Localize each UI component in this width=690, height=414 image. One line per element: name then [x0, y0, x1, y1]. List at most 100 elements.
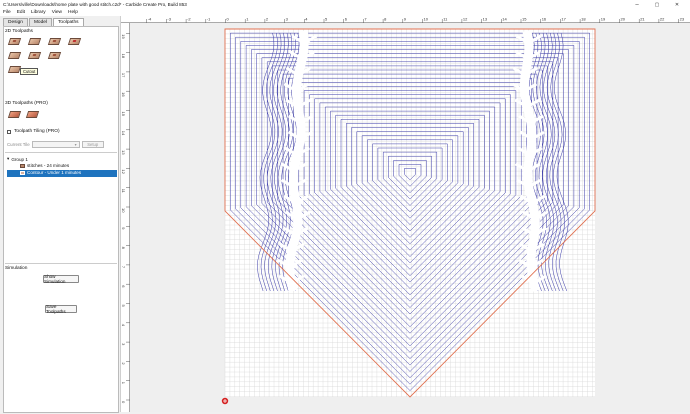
ruler-tick-label: 16 — [121, 92, 126, 97]
window-title: C:\Users\ville\Downloads\home plate with… — [3, 2, 187, 7]
ruler-tick-label: 22 — [660, 17, 665, 22]
menu-library[interactable]: Library — [31, 10, 46, 15]
maximize-button[interactable]: ▢ — [648, 0, 666, 9]
tree-item-stitches[interactable]: stitches - 24 minutes — [20, 163, 69, 168]
close-button[interactable]: ✕ — [668, 0, 686, 9]
ruler-tick-label: 18 — [581, 17, 586, 22]
ruler-tick-label: 11 — [443, 17, 448, 22]
ruler-tick-label: 19 — [601, 17, 606, 22]
current-tile-select[interactable]: ▾ — [31, 141, 80, 148]
ruler-tick-label: 12 — [121, 169, 126, 174]
menu-edit[interactable]: Edit — [17, 10, 25, 15]
ruler-tick-label: 2 — [121, 362, 126, 365]
ruler-tick-label: 10 — [424, 17, 429, 22]
texture-toolpath-button[interactable] — [27, 50, 42, 61]
drill-toolpath-button[interactable] — [47, 36, 62, 47]
section-2d-toolpaths: 2D Toolpaths — [5, 29, 33, 34]
tree-item-contour-content: Contour - Under 1 minutes — [20, 170, 81, 175]
ruler-tick-label: 15 — [522, 17, 527, 22]
menu-help[interactable]: Help — [68, 10, 78, 15]
ruler-tick-label: 12 — [463, 17, 468, 22]
advanced-vcarve-icon — [7, 52, 22, 59]
ruler-tick-label: 5 — [121, 305, 126, 308]
ruler-tick-label: 1 — [246, 17, 249, 22]
ruler-tick-label: 17 — [121, 73, 126, 78]
rough-3d-button[interactable] — [7, 109, 22, 120]
horizontal-ruler-ticks: -4 -3 -2 -1 0 1 2 3 4 5 6 7 8 9 10 11 12 13 14 15 16 17 18 19 20… — [146, 17, 685, 23]
ruler-tick-label: 6 — [121, 285, 126, 288]
stock-area — [225, 29, 595, 397]
contour-toolpath-icon — [27, 38, 42, 45]
ruler-tick-label: 3 — [121, 343, 126, 346]
minimize-button[interactable]: – — [628, 0, 646, 9]
show-simulation-button[interactable]: Show Simulation — [43, 274, 79, 284]
section-3d-toolpaths: 3D Toolpaths (PRO) — [5, 101, 48, 106]
toolpaths-panel: 2D Toolpaths Cutout 3D Toolpaths (PRO) T… — [3, 26, 119, 413]
ruler-tick-label: 14 — [502, 17, 507, 22]
toolpath-icon — [20, 170, 25, 175]
ruler-tick-label: 11 — [121, 189, 126, 194]
contour-toolpath-button[interactable] — [27, 36, 42, 47]
divider — [5, 263, 117, 264]
vcarve-toolpath-button[interactable] — [67, 36, 82, 47]
ruler-tick-label: 16 — [542, 17, 547, 22]
advanced-vcarve-button[interactable] — [7, 50, 22, 61]
close-icon: ✕ — [674, 1, 680, 8]
ruler-tick-label: 4 — [305, 17, 308, 22]
icon-detail — [12, 40, 17, 42]
ruler-tick-label: 13 — [121, 150, 126, 155]
toolpath-icon — [20, 163, 25, 168]
ruler-tick-label: 14 — [121, 131, 126, 136]
finish-3d-button[interactable] — [25, 109, 40, 120]
title-bar: C:\Users\ville\Downloads\home plate with… — [0, 0, 690, 9]
minimize-icon: – — [635, 1, 639, 8]
ruler-tick-label: 0 — [227, 17, 230, 22]
ruler-tick-label: -4 — [148, 17, 152, 22]
save-toolpaths-button[interactable]: Save Toolpaths — [45, 304, 77, 314]
expand-arrow-icon[interactable]: ▾ — [7, 156, 9, 162]
rough-3d-icon — [7, 111, 22, 118]
ruler-tick-label: 15 — [121, 112, 126, 117]
ruler-tick-label: 9 — [121, 227, 126, 230]
icon-detail — [72, 40, 77, 42]
ruler-tick-label: 0 — [121, 401, 126, 404]
toolpath-label: Contour - Under 1 minutes — [27, 170, 82, 175]
tiling-label: Toolpath Tiling (PRO) — [14, 129, 60, 134]
tooltip: Cutout — [20, 68, 39, 75]
ruler-tick-label: 7 — [364, 17, 367, 22]
ruler-tick-label: 5 — [325, 17, 328, 22]
cutout-toolpath-button[interactable] — [47, 50, 62, 61]
divider — [5, 152, 117, 153]
tiling-row: Current Tile ▾ Setup — [7, 140, 117, 149]
maximize-icon: ▢ — [654, 1, 660, 8]
ruler-tick-label: 19 — [121, 34, 126, 39]
design-canvas[interactable] — [130, 23, 690, 412]
icon-detail — [52, 40, 57, 42]
ruler-tick-label: 17 — [561, 17, 566, 22]
tree-group[interactable]: ▾ Group 1 — [7, 156, 28, 162]
ruler-tick-label: 18 — [121, 54, 126, 59]
tiling-setup-button[interactable]: Setup — [81, 141, 104, 148]
section-simulation: Simulation — [5, 266, 28, 271]
pocket-toolpath-button[interactable] — [7, 36, 22, 47]
ruler-tick-label: 7 — [121, 266, 126, 269]
ruler-tick-label: -2 — [187, 17, 191, 22]
ruler-tick-label: 8 — [384, 17, 387, 22]
ruler-tick-label: 13 — [483, 17, 488, 22]
chevron-down-icon: ▾ — [74, 142, 77, 147]
ruler-tick-label: 6 — [345, 17, 348, 22]
icon-detail — [52, 54, 57, 56]
vertical-ruler: 19 18 17 16 15 14 13 12 11 10 9 8 7 6 5 4 3 2 1 0 — [121, 23, 130, 412]
ruler-tick-label: 1 — [121, 382, 126, 385]
tiling-checkbox[interactable] — [7, 130, 11, 134]
toolpath-preview[interactable] — [130, 23, 690, 412]
menu-file[interactable]: File — [3, 10, 11, 15]
ruler-tick-label: 20 — [621, 17, 626, 22]
menu-bar: File Edit Library View Help — [0, 9, 690, 16]
icon-detail — [32, 54, 37, 56]
left-panel: Design Model Toolpaths 2D Toolpaths Cuto… — [0, 16, 121, 413]
menu-view[interactable]: View — [52, 10, 62, 15]
ruler-tick-label: -3 — [167, 17, 171, 22]
horizontal-ruler: -4 -3 -2 -1 0 1 2 3 4 5 6 7 8 9 10 11 12 13 14 15 16 17 18 19 20… — [121, 16, 690, 23]
ruler-tick-label: 2 — [266, 17, 269, 22]
